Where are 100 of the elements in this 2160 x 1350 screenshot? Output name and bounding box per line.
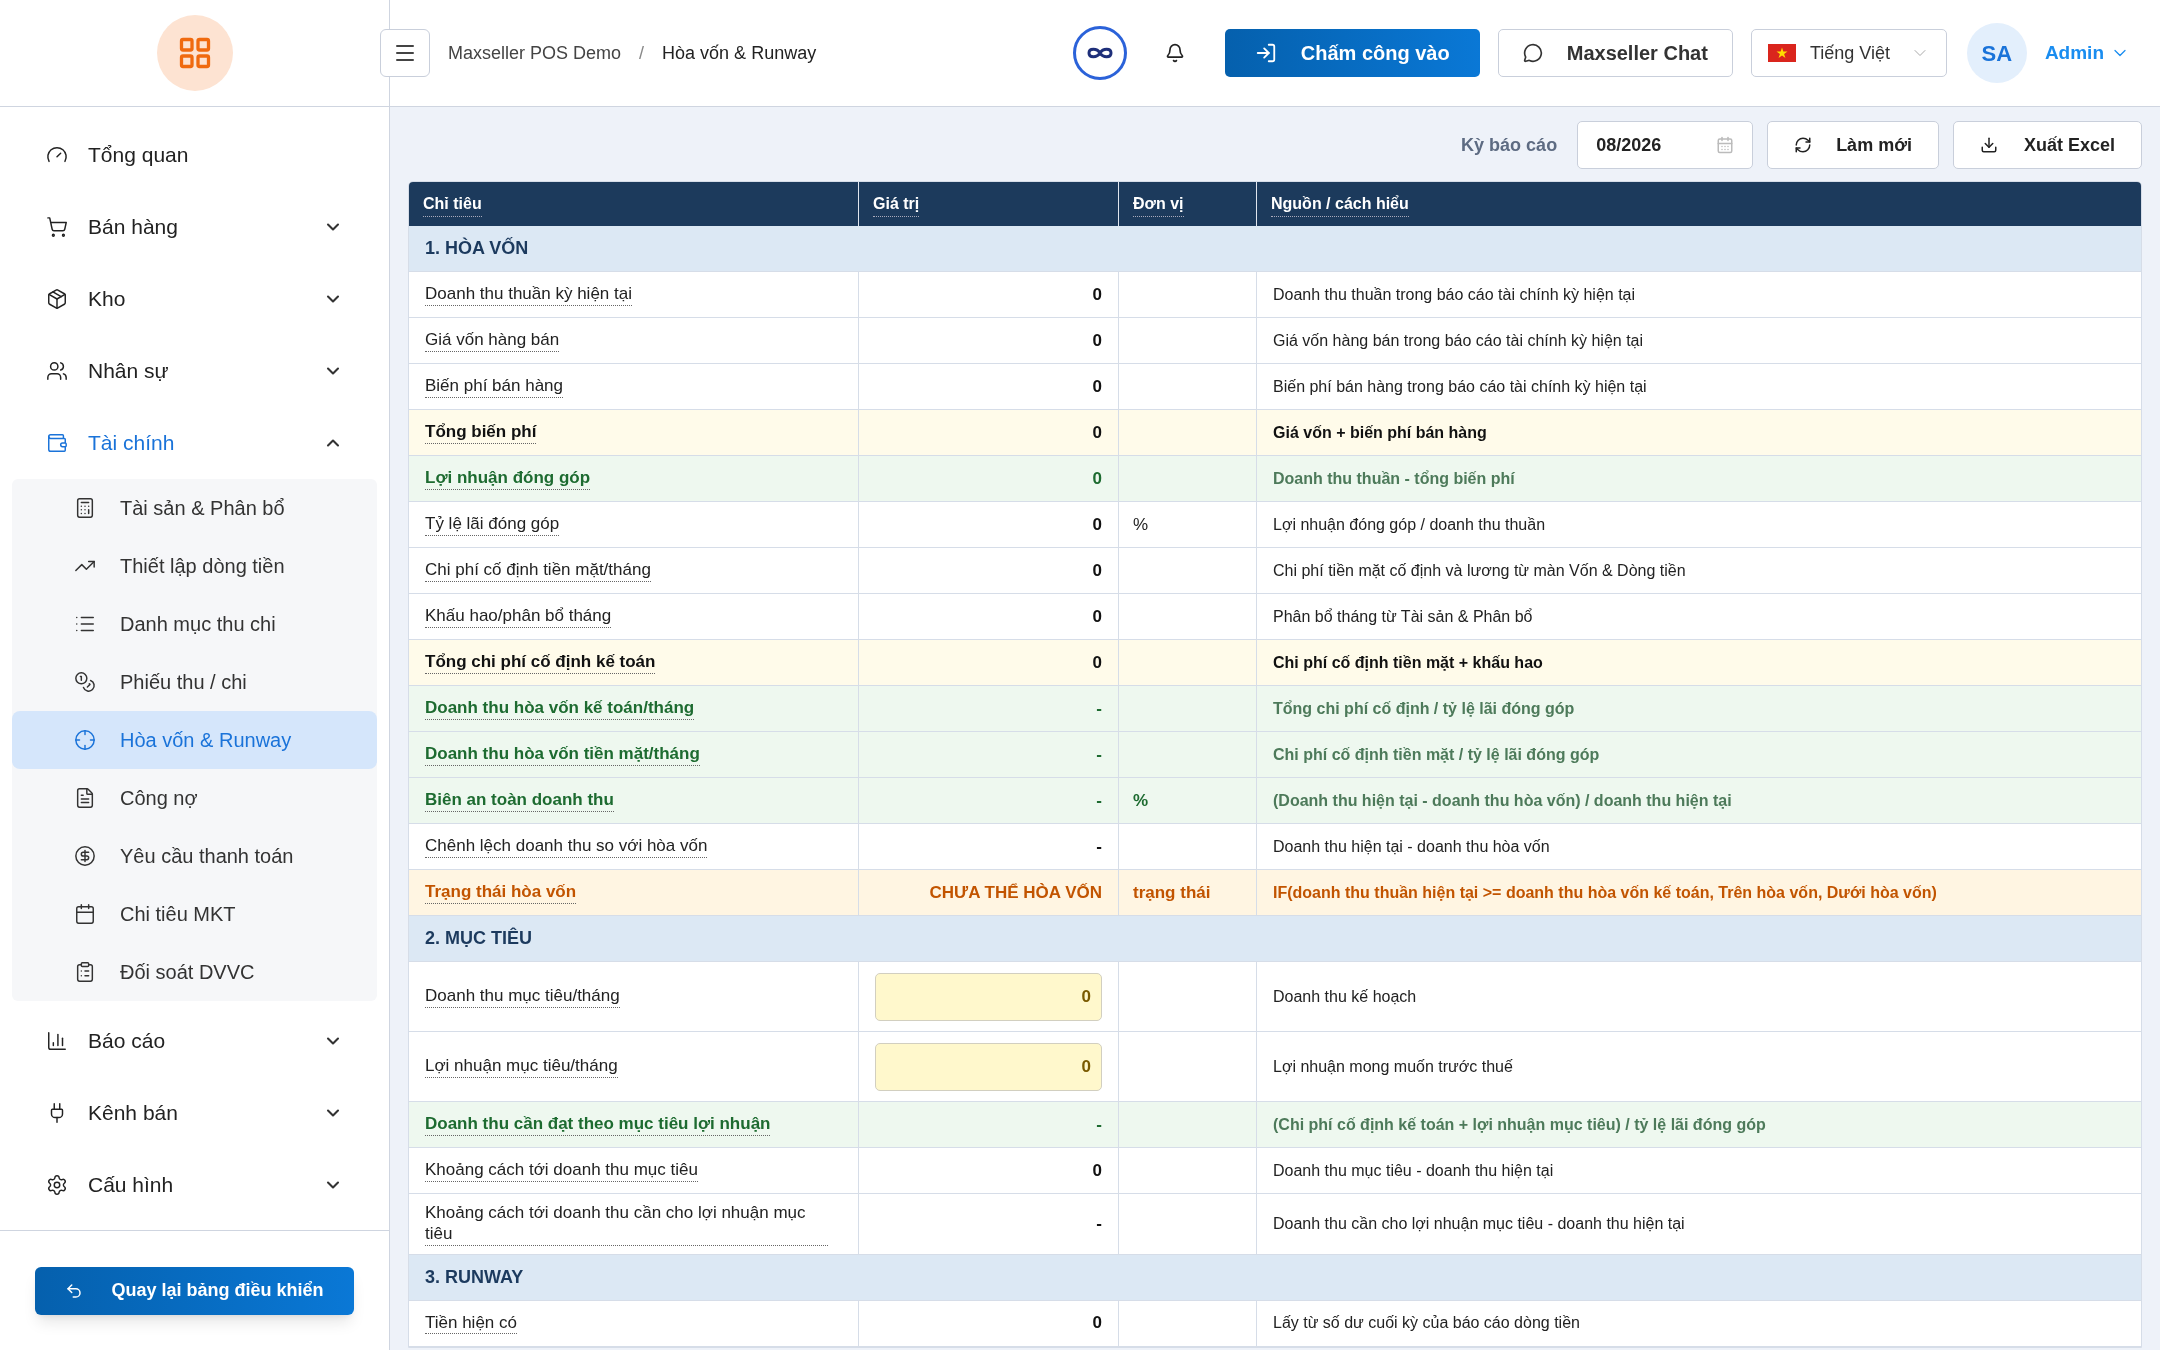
metric-label: Biên an toàn doanh thu xyxy=(425,789,614,812)
check-in-button[interactable]: Chấm công vào xyxy=(1224,29,1480,77)
breadcrumb-item: Hòa vốn & Runway xyxy=(662,41,817,65)
refresh-button[interactable]: Làm mới xyxy=(1767,121,1939,169)
submenu-item[interactable]: Yêu cầu thanh toán xyxy=(12,827,377,885)
calculator-icon xyxy=(74,497,96,519)
unit-text: % xyxy=(1133,513,1149,536)
metric-label: Khoảng cách tới doanh thu mục tiêu xyxy=(425,1159,698,1182)
submenu-item[interactable]: Danh mục thu chi xyxy=(12,595,377,653)
metric-value: 0 xyxy=(1092,283,1102,306)
crosshair-icon xyxy=(74,729,96,751)
document-icon xyxy=(74,787,96,809)
export-button[interactable]: Xuất Excel xyxy=(1952,121,2142,169)
column-header: Đơn vị xyxy=(1133,191,1184,217)
submenu-item[interactable]: Công nợ xyxy=(12,769,377,827)
metric-note: Giá vốn hàng bán trong báo cáo tài chính kỳ hiện tại xyxy=(1273,330,1644,351)
metric-note: Lợi nhuận đóng góp / doanh thu thuần xyxy=(1273,514,1546,535)
value-input[interactable]: 0 xyxy=(875,1042,1102,1091)
metric-value: - xyxy=(1096,789,1102,812)
metric-label: Doanh thu hòa vốn kế toán/tháng xyxy=(425,697,695,720)
metric-note: (Doanh thu hiện tại - doanh thu hòa vốn) / doanh thu hiện tại xyxy=(1273,790,1732,811)
metric-note: Phân bổ tháng từ Tài sản & Phân bổ xyxy=(1273,606,1533,627)
calendar-icon xyxy=(1716,136,1735,154)
metric-value: CHƯA THỂ HÒA VỐN xyxy=(929,881,1102,904)
column-header: Nguồn / cách hiểu xyxy=(1271,191,1409,217)
box-icon xyxy=(46,288,68,310)
menu-toggle-button[interactable] xyxy=(380,29,430,77)
metric-note: Tổng chi phí cố định / tỷ lệ lãi đóng góp xyxy=(1273,698,1575,719)
login-icon xyxy=(1254,42,1277,64)
metric-value: 0 xyxy=(1092,513,1102,536)
clipboard-icon xyxy=(74,961,96,983)
unit-text: % xyxy=(1133,789,1149,812)
submenu-item[interactable]: Thiết lập dòng tiền xyxy=(12,537,377,595)
metric-label: Tiền hiện có xyxy=(425,1311,517,1335)
metric-label: Giá vốn hàng bán xyxy=(425,329,560,352)
metric-value: - xyxy=(1096,697,1102,720)
column-header: Giá trị xyxy=(873,191,920,217)
sidebar-item[interactable]: Bán hàng xyxy=(12,191,377,263)
metric-value: 0 xyxy=(1092,651,1102,674)
metric-note: Chi phí cố định tiền mặt + khấu hao xyxy=(1273,652,1543,673)
infinity-logo[interactable] xyxy=(1072,26,1127,80)
metric-note: Lợi nhuận mong muốn trước thuế xyxy=(1273,1056,1513,1077)
metric-value: 0 xyxy=(1092,375,1102,398)
period-label: Kỳ báo cáo xyxy=(1461,133,1558,157)
submenu-item[interactable]: Đối soát DVVC xyxy=(12,943,377,1001)
metric-value: 0 xyxy=(1092,1159,1102,1182)
metric-label: Chi phí cố định tiền mặt/tháng xyxy=(425,559,651,582)
metric-note: (Chi phí cố định kế toán + lợi nhuận mục tiêu) / tỷ lệ lãi đóng góp xyxy=(1273,1114,1766,1135)
metric-note: Chi phí cố định tiền mặt / tỷ lệ lãi đóng góp xyxy=(1273,744,1600,765)
metric-note: Doanh thu thuần trong báo cáo tài chính kỳ hiện tại xyxy=(1273,284,1636,305)
metric-note: Biến phí bán hàng trong báo cáo tài chính kỳ hiện tại xyxy=(1273,376,1647,397)
sidebar-item[interactable]: Kho xyxy=(12,263,377,335)
sidebar-item[interactable]: Nhân sự xyxy=(12,335,377,407)
wallet-icon xyxy=(46,432,68,454)
metric-note: Giá vốn + biến phí bán hàng xyxy=(1273,422,1487,443)
breadcrumb-separator: / xyxy=(639,41,645,65)
value-input[interactable]: 0 xyxy=(875,972,1102,1021)
metric-label: Lợi nhuận mục tiêu/tháng xyxy=(425,1055,618,1078)
metric-label: Lợi nhuận đóng góp xyxy=(425,467,591,490)
back-to-dashboard-button[interactable]: Quay lại bảng điều khiển xyxy=(35,1266,354,1315)
metric-value: 0 xyxy=(1092,559,1102,582)
notification-bell-icon[interactable] xyxy=(1164,43,1185,63)
users-icon xyxy=(46,360,68,382)
submenu-item[interactable]: Phiếu thu / chi xyxy=(12,653,377,711)
sidebar-item[interactable]: Báo cáo xyxy=(12,1005,377,1077)
metric-value: 0 xyxy=(1092,467,1102,490)
metric-note: Doanh thu hiện tại - doanh thu hòa vốn xyxy=(1273,836,1550,857)
submenu-item[interactable]: Chi tiêu MKT xyxy=(12,885,377,943)
metric-label: Tổng chi phí cố định kế toán xyxy=(425,651,656,674)
sidebar-item[interactable]: Kênh bán xyxy=(12,1077,377,1149)
metric-value: 0 xyxy=(1092,421,1102,444)
coins-icon xyxy=(74,671,96,693)
unit-text: trạng thái xyxy=(1133,881,1211,904)
section-heading: 1. HÒA VỐN xyxy=(425,236,529,260)
sidebar-item[interactable]: Tài chính xyxy=(12,407,377,479)
metric-label: Tổng biến phí xyxy=(425,421,537,444)
metric-label: Khoảng cách tới doanh thu cần cho lợi nhuận mục tiêu xyxy=(425,1202,828,1246)
breadcrumb-item[interactable]: Maxseller POS Demo xyxy=(448,39,622,67)
download-icon xyxy=(1979,136,1998,154)
metric-value: - xyxy=(1096,835,1102,858)
submenu-item[interactable]: Tài sản & Phân bổ xyxy=(12,479,377,537)
metric-note: Lấy từ số dư cuối kỳ của báo cáo dòng tiền xyxy=(1273,1313,1580,1333)
return-icon xyxy=(65,1281,84,1300)
language-select[interactable]: Tiếng Việt xyxy=(1750,29,1947,77)
metric-label: Tỷ lệ lãi đóng góp xyxy=(425,513,560,536)
metric-label: Doanh thu cần đạt theo mục tiêu lợi nhuận xyxy=(425,1113,771,1136)
metric-note: Doanh thu kế hoạch xyxy=(1273,986,1417,1007)
chat-button[interactable]: Maxseller Chat xyxy=(1497,29,1733,77)
metric-value: 0 xyxy=(1092,605,1102,628)
calendar-icon xyxy=(74,903,96,925)
chat-icon xyxy=(1522,43,1543,63)
metric-note: Doanh thu cần cho lợi nhuận mục tiêu - doanh thu hiện tại xyxy=(1273,1213,1685,1234)
metric-label: Trạng thái hòa vốn xyxy=(425,881,577,904)
sidebar-item[interactable]: Tổng quan xyxy=(12,119,377,191)
period-field[interactable]: 08/2026 xyxy=(1577,121,1754,169)
metric-value: - xyxy=(1096,1213,1102,1235)
user-avatar[interactable]: SA xyxy=(1966,23,2027,83)
sidebar-item[interactable]: Cấu hình xyxy=(12,1149,377,1221)
flag-icon xyxy=(1767,44,1796,62)
submenu-item[interactable]: Hòa vốn & Runway xyxy=(12,711,377,769)
